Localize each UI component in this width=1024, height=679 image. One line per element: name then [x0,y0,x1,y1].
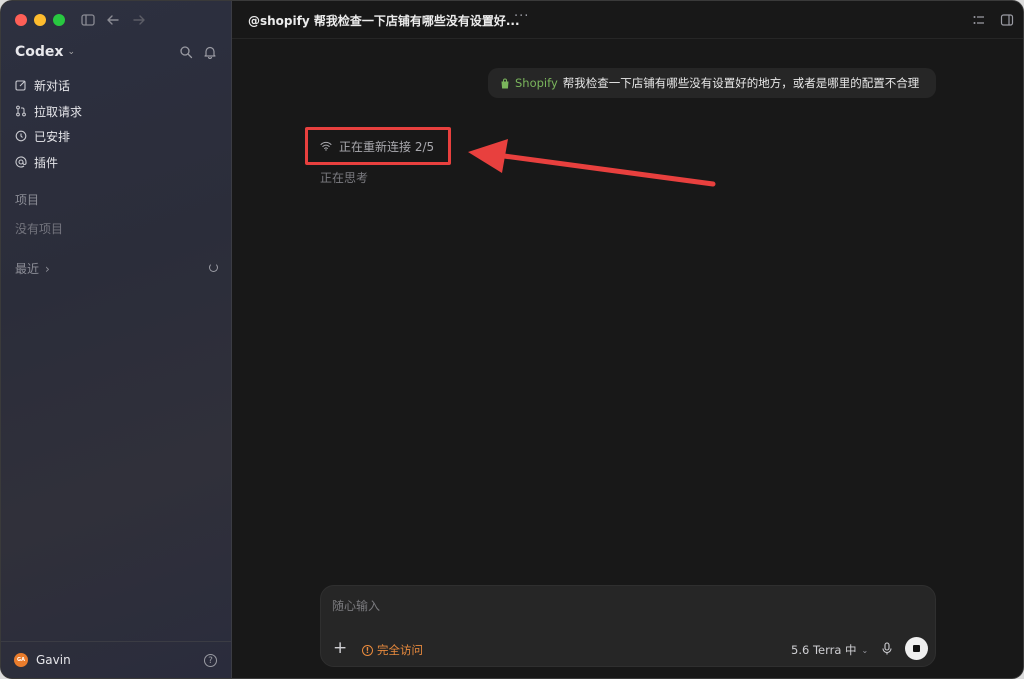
sidebar-toggle-icon[interactable] [79,11,97,29]
user-name: Gavin [36,653,71,667]
compose-icon [15,80,26,91]
stop-button[interactable] [905,637,928,660]
mention-tag: Shopify [515,76,558,90]
zoom-window-button[interactable] [53,14,65,26]
avatar: GA [14,653,28,667]
model-label: 5.6 Terra 中 [791,643,857,657]
main-panel: @shopify 帮我检查一下店铺有哪些没有设置好... ··· Shopify… [232,1,1023,678]
panel-toggle-icon[interactable] [1000,13,1014,27]
projects-heading: 项目 [15,193,40,207]
microphone-icon[interactable] [881,642,893,655]
warning-icon: ! [362,644,373,656]
sidebar-item-pull-requests[interactable]: 拉取请求 [15,102,82,120]
bell-icon[interactable] [203,45,217,59]
wifi-icon [320,141,332,151]
back-arrow-icon[interactable] [104,11,122,29]
chevron-down-icon: ⌄ [861,645,869,655]
divider [1,641,232,642]
workspace-switcher[interactable]: Codex ⌄ [15,44,75,60]
composer: + ! 完全访问 5.6 Terra 中 ⌄ [320,585,936,667]
chevron-down-icon: ⌄ [67,47,75,57]
task-list-icon[interactable] [972,13,986,27]
user-account[interactable]: GA Gavin [14,653,71,667]
add-attachment-button[interactable]: + [333,640,347,657]
thinking-indicator: 正在思考 [320,171,369,185]
user-message-bubble: Shopify 帮我检查一下店铺有哪些没有设置好的地方，或者是哪里的配置不合理 [488,68,936,98]
sidebar-item-label: 拉取请求 [34,104,83,119]
sidebar-item-label: 插件 [34,155,59,170]
access-mode-button[interactable]: ! 完全访问 [362,642,423,658]
recent-toggle[interactable]: 最近 › [15,260,50,277]
at-icon [15,156,27,168]
pull-request-icon [16,105,26,117]
access-mode-label: 完全访问 [377,643,423,657]
recent-label: 最近 [15,262,40,276]
empty-projects-text: 没有项目 [15,222,64,236]
clock-icon [15,130,27,142]
top-bar: @shopify 帮我检查一下店铺有哪些没有设置好... ··· [232,1,1023,39]
app-window: Codex ⌄ 新对话 拉取请求 已安排 插件 项目 没有项目 最近 › GA … [0,0,1024,679]
sidebar-item-label: 新对话 [34,78,71,93]
minimize-window-button[interactable] [34,14,46,26]
reconnect-status-text: 正在重新连接 2/5 [339,139,435,154]
close-window-button[interactable] [15,14,27,26]
sidebar-item-label: 已安排 [34,129,71,144]
message-input[interactable] [332,599,922,613]
brand-name: Codex [15,44,64,60]
sidebar-item-scheduled[interactable]: 已安排 [15,127,70,145]
chevron-right-icon: › [45,261,50,276]
more-options-icon[interactable]: ··· [514,9,529,24]
search-icon[interactable] [179,45,193,59]
forward-arrow-icon[interactable] [130,11,148,29]
chat-title: @shopify 帮我检查一下店铺有哪些没有设置好... [248,14,520,28]
model-selector[interactable]: 5.6 Terra 中 ⌄ [791,642,868,658]
sidebar-item-plugins[interactable]: 插件 [15,153,58,171]
help-icon[interactable]: ? [204,654,217,667]
sidebar: Codex ⌄ 新对话 拉取请求 已安排 插件 项目 没有项目 最近 › GA … [1,1,232,678]
sidebar-item-new-chat[interactable]: 新对话 [15,76,70,94]
stop-icon [913,645,920,652]
annotation-arrow-icon [468,139,716,187]
loading-spinner-icon [209,263,218,272]
reconnect-status: 正在重新连接 2/5 [305,127,451,165]
user-message-text: 帮我检查一下店铺有哪些没有设置好的地方，或者是哪里的配置不合理 [562,76,920,90]
shopify-bag-icon [501,78,509,88]
